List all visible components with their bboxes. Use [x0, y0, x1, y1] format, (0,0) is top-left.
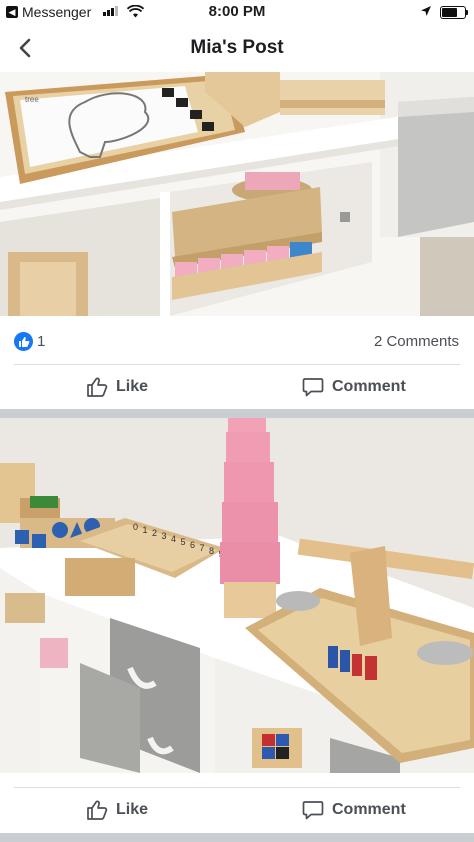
like-button[interactable]: Like	[86, 788, 148, 832]
spindle-number: 3	[162, 531, 167, 541]
battery-icon	[440, 6, 468, 19]
like-reaction-icon	[14, 332, 33, 351]
comment-label: Comment	[332, 378, 406, 395]
thumbs-up-icon	[87, 800, 108, 820]
spindle-number: 4	[171, 534, 176, 544]
photo-shelf-materials: 0123456789	[0, 418, 474, 773]
post-actions: Like Comment	[0, 365, 474, 409]
comment-bubble-icon	[302, 378, 324, 397]
like-label: Like	[116, 378, 149, 395]
spindle-number: 2	[152, 528, 157, 538]
spindle-number: 5	[181, 537, 186, 547]
page-title: Mia's Post	[190, 37, 284, 58]
post-actions-2: Like Comment	[0, 788, 474, 832]
battery-level	[442, 8, 457, 17]
card-label: tree	[25, 95, 39, 104]
comment-label: Comment	[332, 801, 406, 818]
spindle-number: 6	[190, 540, 195, 550]
spindle-number: 1	[143, 525, 148, 535]
photo-shelf-cards: tree	[0, 72, 474, 316]
post-separator	[0, 409, 474, 418]
spindle-number: 7	[200, 543, 205, 553]
like-button[interactable]: Like	[86, 365, 148, 409]
spindle-number: 8	[209, 546, 214, 556]
clock: 8:00 PM	[208, 3, 266, 20]
post-photo-shelf-materials[interactable]: 0123456789	[0, 418, 474, 773]
status-bar: ◀ Messenger 8:00 PM	[0, 0, 474, 24]
reactions-bar: 1 2 Comments	[0, 322, 474, 362]
post-separator	[0, 833, 474, 842]
reaction-count[interactable]: 1	[37, 333, 45, 350]
thumbs-up-icon	[87, 377, 108, 397]
post-photo-shelf-cards[interactable]: tree	[0, 72, 474, 316]
comment-button[interactable]: Comment	[302, 365, 406, 409]
comment-button[interactable]: Comment	[302, 788, 406, 832]
comments-count-link[interactable]: 2 Comments	[374, 333, 459, 350]
spindle-number: 0	[133, 522, 138, 532]
location-icon	[421, 6, 431, 16]
like-label: Like	[116, 801, 149, 818]
comment-bubble-icon	[302, 801, 324, 820]
nav-bar: Mia's Post	[0, 24, 474, 72]
